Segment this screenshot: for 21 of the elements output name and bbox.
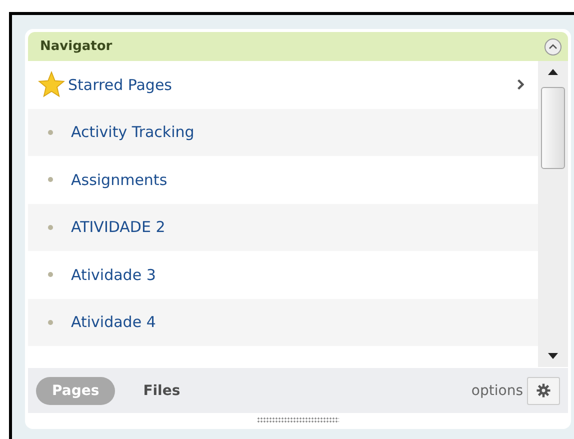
scroll-thumb[interactable] — [541, 87, 565, 169]
list-item[interactable]: ATIVIDADE 2 — [28, 204, 538, 251]
star-icon — [38, 71, 65, 98]
tab[interactable]: Files — [127, 376, 196, 404]
chevron-right-icon[interactable] — [517, 79, 524, 90]
scrollbar[interactable] — [538, 61, 568, 367]
scroll-up-icon[interactable] — [548, 69, 558, 75]
settings-button[interactable] — [527, 376, 560, 404]
options-link[interactable]: options — [471, 382, 523, 398]
bullet-icon — [48, 320, 53, 325]
resize-grip[interactable] — [257, 417, 339, 423]
list-item[interactable]: Atividade 4 — [28, 298, 538, 346]
panel-title: Navigator — [40, 39, 114, 54]
settings-icon — [536, 383, 551, 398]
collapse-icon[interactable] — [544, 38, 562, 56]
scroll-down-icon[interactable] — [548, 353, 558, 359]
bullet-icon — [48, 177, 53, 182]
bullet-icon — [48, 130, 53, 135]
list-item[interactable]: Activity Tracking — [28, 108, 538, 156]
bullet-icon — [48, 224, 53, 230]
bullet-icon — [48, 272, 53, 278]
